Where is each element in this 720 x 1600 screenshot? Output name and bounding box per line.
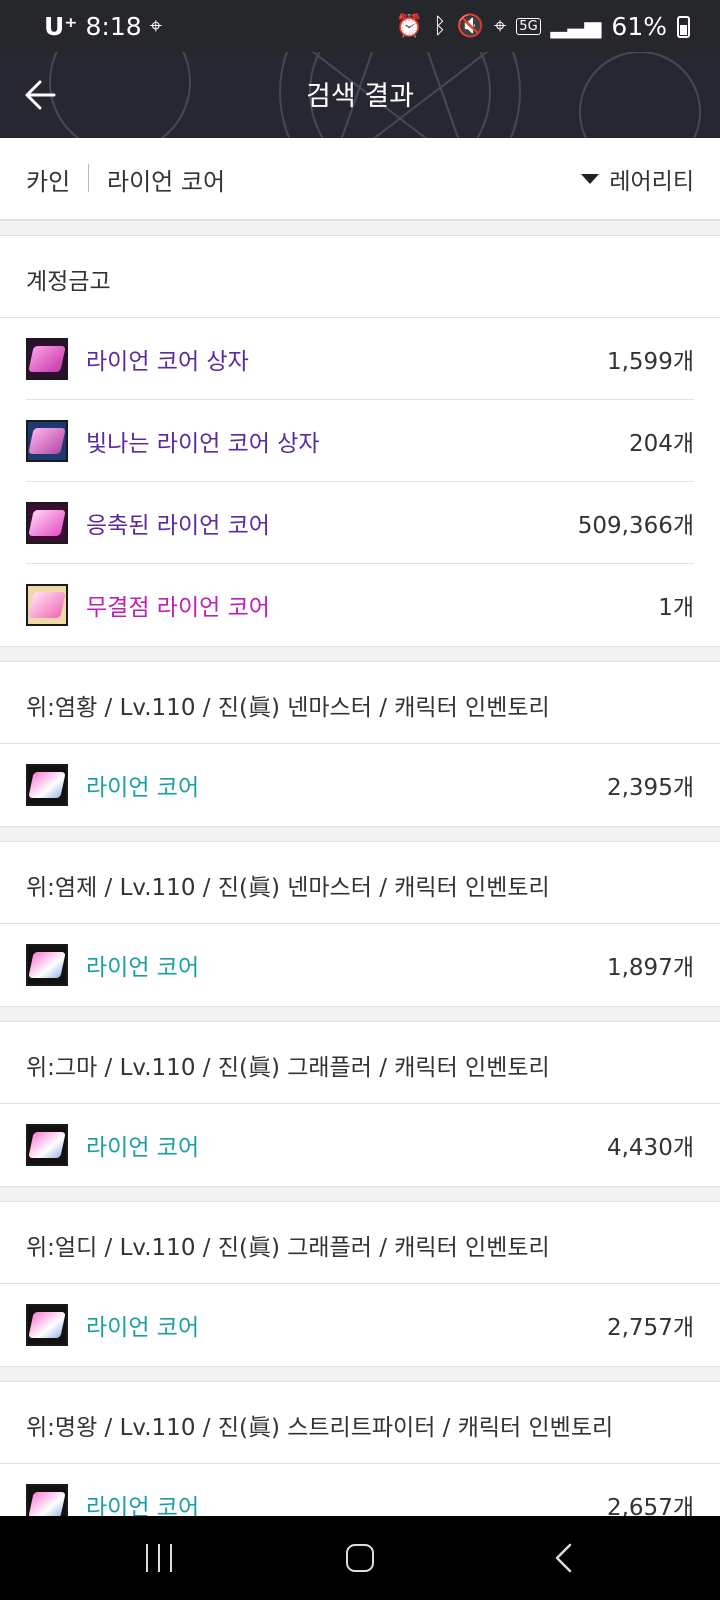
item-name: 응축된 라이언 코어	[86, 513, 270, 539]
item-row[interactable]: 응축된 라이언 코어 509,366개	[0, 482, 720, 564]
signal-icon: ▂▃▅	[550, 13, 602, 39]
group-header: 위:얼디 / Lv.110 / 진(眞) 그래플러 / 캐릭터 인벤토리	[0, 1202, 720, 1284]
divider	[88, 164, 89, 192]
network-label: 5G	[516, 18, 541, 35]
mute-icon: 🔇	[456, 13, 484, 39]
sort-label: 레어리티	[609, 169, 694, 195]
home-icon[interactable]	[346, 1544, 374, 1572]
item-row[interactable]: 라이언 코어 상자 1,599개	[0, 318, 720, 400]
group-title: 위:염제 / Lv.110 / 진(眞) 넨마스터 / 캐릭터 인벤토리	[26, 875, 550, 901]
item-count: 2,757개	[606, 1315, 694, 1341]
system-nav-bar	[0, 1516, 720, 1600]
sort-dropdown[interactable]: 레어리티	[581, 162, 694, 196]
section-gap	[0, 1186, 720, 1202]
condensed-core-icon	[26, 502, 68, 544]
app-header: 검색 결과	[0, 52, 720, 138]
group-title: 위:그마 / Lv.110 / 진(眞) 그래플러 / 캐릭터 인벤토리	[26, 1055, 550, 1081]
item-count: 1,897개	[606, 955, 694, 981]
group-header: 위:그마 / Lv.110 / 진(眞) 그래플러 / 캐릭터 인벤토리	[0, 1022, 720, 1104]
section-gap	[0, 1006, 720, 1022]
search-query[interactable]: 라이언 코어	[107, 162, 225, 197]
pink-chest-icon	[26, 338, 68, 380]
server-name[interactable]: 카인	[26, 162, 70, 197]
section-gap	[0, 826, 720, 842]
item-name: 라이언 코어	[86, 1315, 200, 1341]
section-gap	[0, 1366, 720, 1382]
item-name: 라이언 코어	[86, 775, 200, 801]
item-name: 무결점 라이언 코어	[86, 595, 270, 621]
group-title: 위:염황 / Lv.110 / 진(眞) 넨마스터 / 캐릭터 인벤토리	[26, 695, 550, 721]
location-icon: ⌖	[493, 13, 507, 39]
item-row[interactable]: 무결점 라이언 코어 1개	[0, 564, 720, 646]
battery-percent: 61%	[611, 12, 667, 41]
battery-icon	[677, 15, 690, 38]
group-header: 위:염황 / Lv.110 / 진(眞) 넨마스터 / 캐릭터 인벤토리	[0, 662, 720, 744]
alarm-icon: ⏰	[395, 13, 424, 39]
item-name: 라이언 코어	[86, 955, 200, 981]
flawless-core-icon	[26, 584, 68, 626]
item-row[interactable]: 빛나는 라이언 코어 상자 204개	[0, 400, 720, 482]
item-count: 1개	[658, 595, 694, 621]
item-row[interactable]: 라이언 코어 4,430개	[0, 1104, 720, 1186]
item-count: 204개	[628, 431, 694, 457]
group-title: 위:명왕 / Lv.110 / 진(眞) 스트리트파이터 / 캐릭터 인벤토리	[26, 1415, 614, 1441]
nav-back-icon[interactable]	[552, 1542, 576, 1574]
item-name: 빛나는 라이언 코어 상자	[86, 431, 320, 457]
lion-core-icon	[26, 944, 68, 986]
item-count: 1,599개	[606, 349, 694, 375]
group-header: 계정금고	[0, 236, 720, 318]
lion-core-icon	[26, 1304, 68, 1346]
item-count: 2,395개	[606, 775, 694, 801]
group-title: 위:얼디 / Lv.110 / 진(眞) 그래플러 / 캐릭터 인벤토리	[26, 1235, 550, 1261]
lion-core-icon	[26, 1124, 68, 1166]
item-name: 라이언 코어	[86, 1135, 200, 1161]
shining-chest-icon	[26, 420, 68, 462]
clock: 8:18	[85, 12, 142, 41]
item-row[interactable]: 라이언 코어 1,897개	[0, 924, 720, 1006]
group-header: 위:명왕 / Lv.110 / 진(眞) 스트리트파이터 / 캐릭터 인벤토리	[0, 1382, 720, 1464]
lion-core-icon	[26, 764, 68, 806]
item-row[interactable]: 라이언 코어 2,395개	[0, 744, 720, 826]
item-count: 4,430개	[606, 1135, 694, 1161]
item-row[interactable]: 라이언 코어 2,757개	[0, 1284, 720, 1366]
location-icon: ⌖	[149, 13, 163, 39]
status-bar: U⁺ 8:18 ⌖ ⏰ ᛒ 🔇 ⌖ 5G ▂▃▅ 61%	[0, 0, 720, 52]
group-header: 위:염제 / Lv.110 / 진(眞) 넨마스터 / 캐릭터 인벤토리	[0, 842, 720, 924]
item-count: 509,366개	[577, 513, 694, 539]
dropdown-triangle-icon	[581, 174, 600, 184]
group-title: 계정금고	[26, 269, 111, 295]
section-gap	[0, 646, 720, 662]
item-name: 라이언 코어 상자	[86, 349, 249, 375]
bluetooth-icon: ᛒ	[433, 13, 447, 39]
section-gap	[0, 220, 720, 236]
recents-icon[interactable]	[146, 1544, 172, 1572]
carrier-label: U⁺	[44, 12, 78, 41]
page-title: 검색 결과	[306, 81, 414, 112]
search-summary: 카인 라이언 코어 레어리티	[0, 138, 720, 220]
